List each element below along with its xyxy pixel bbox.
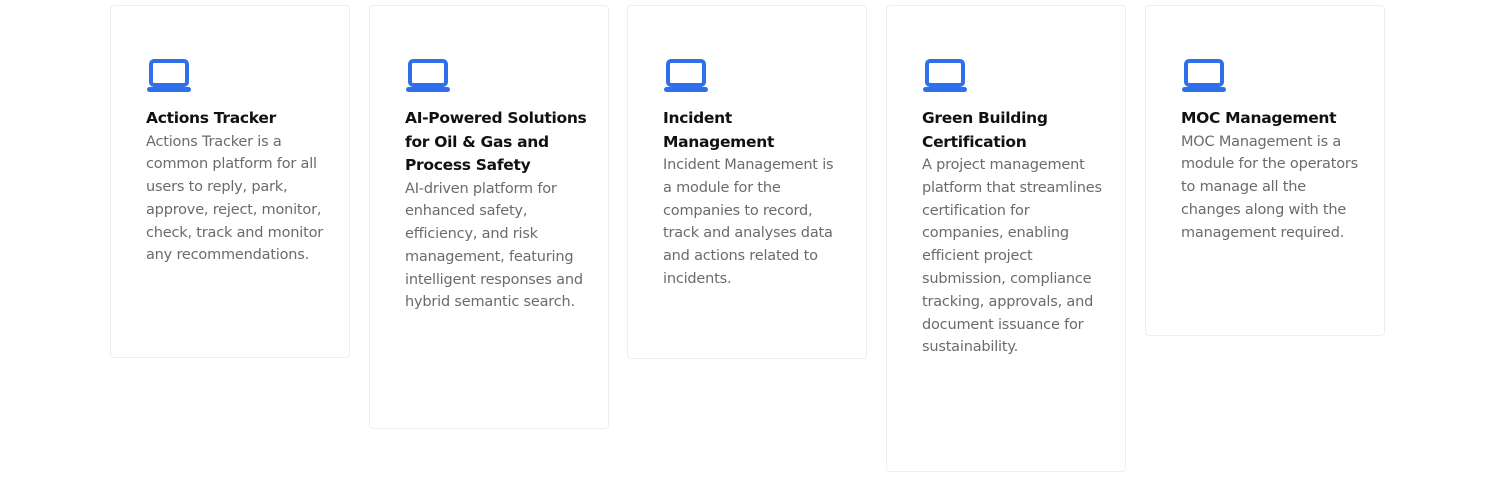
laptop-icon	[146, 58, 192, 96]
laptop-icon	[1181, 58, 1227, 96]
laptop-icon	[922, 58, 968, 96]
card-description: MOC Management is a module for the opera…	[1181, 133, 1359, 241]
laptop-icon	[663, 58, 709, 96]
card-description: Incident Management is a module for the …	[663, 157, 834, 287]
card-description: A project management platform that strea…	[922, 157, 1102, 356]
card-description: AI-driven platform for enhanced safety, …	[405, 180, 583, 311]
card-title: Incident Management	[663, 109, 775, 151]
card-actions-tracker: Actions Tracker Actions Tracker is a com…	[110, 5, 350, 358]
card-title: Green Building Certification	[922, 109, 1048, 151]
card-moc-management: MOC Management MOC Management is a modul…	[1145, 5, 1385, 336]
card-title: AI-Powered Solutions for Oil & Gas and P…	[405, 109, 587, 174]
laptop-icon	[405, 58, 451, 96]
card-description: Actions Tracker is a common platform for…	[146, 133, 324, 264]
card-ai-powered-solutions: AI-Powered Solutions for Oil & Gas and P…	[369, 5, 609, 429]
card-green-building-certification: Green Building Certification A project m…	[886, 5, 1126, 472]
card-incident-management: Incident Management Incident Management …	[627, 5, 867, 359]
card-title: Actions Tracker	[146, 109, 276, 127]
card-title: MOC Management	[1181, 109, 1337, 127]
